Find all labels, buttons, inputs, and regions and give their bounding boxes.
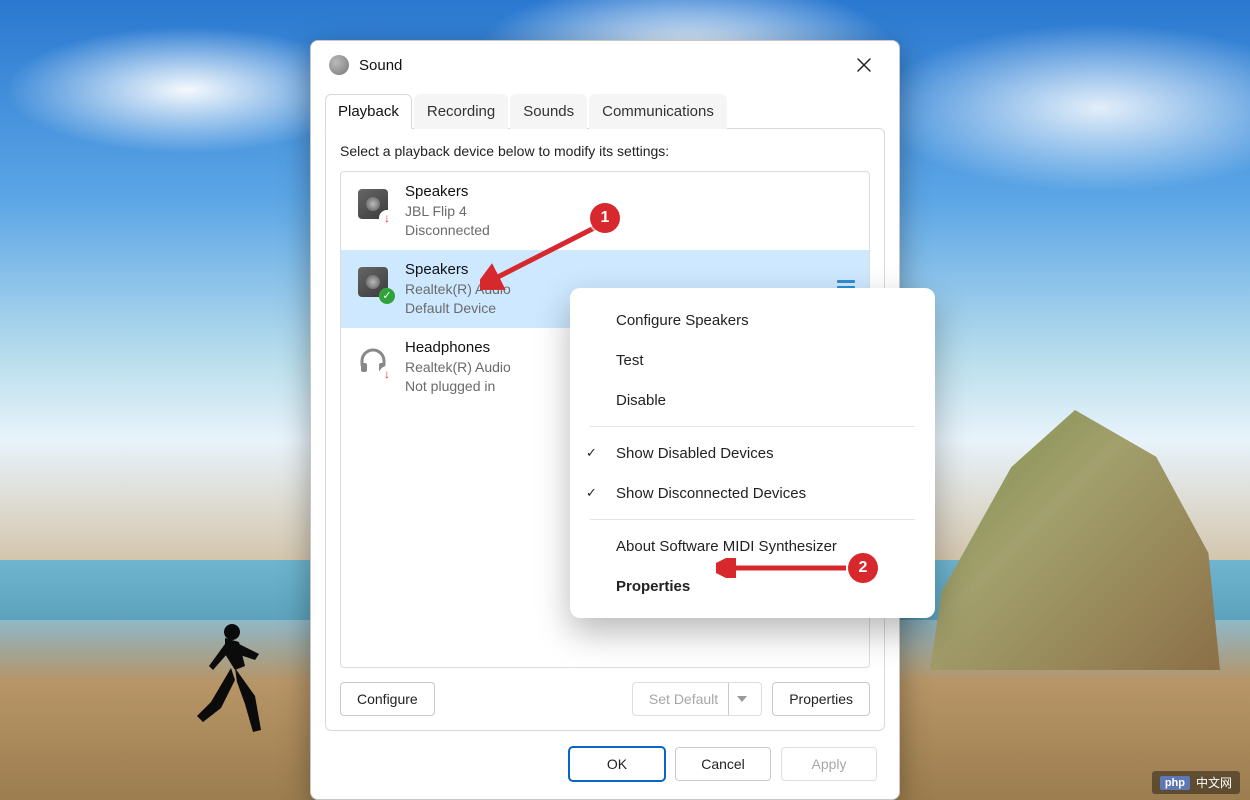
tabs: Playback Recording Sounds Communications	[311, 93, 899, 128]
tab-recording[interactable]: Recording	[414, 94, 508, 129]
apply-button[interactable]: Apply	[781, 747, 877, 781]
tab-playback[interactable]: Playback	[325, 94, 412, 129]
wallpaper-runner-silhouette	[195, 620, 265, 740]
menu-test[interactable]: Test	[570, 340, 935, 380]
watermark-badge: php	[1160, 776, 1190, 790]
configure-button[interactable]: Configure	[340, 682, 435, 716]
speaker-icon: ✓	[355, 264, 391, 300]
ok-button[interactable]: OK	[569, 747, 665, 781]
status-badge-default-icon: ✓	[379, 288, 395, 304]
properties-button[interactable]: Properties	[772, 682, 870, 716]
device-subtitle: JBL Flip 4	[405, 202, 490, 221]
set-default-label: Set Default	[649, 691, 718, 707]
panel-buttons: Configure Set Default Properties	[340, 682, 870, 716]
tab-communications[interactable]: Communications	[589, 94, 727, 129]
device-name: Speakers	[405, 182, 490, 202]
cancel-button[interactable]: Cancel	[675, 747, 771, 781]
device-name: Headphones	[405, 338, 511, 358]
headphone-icon: ↓	[355, 342, 391, 378]
dialog-footer: OK Cancel Apply	[311, 731, 899, 799]
set-default-dropdown[interactable]	[728, 683, 755, 715]
speaker-icon: ↓	[355, 186, 391, 222]
check-icon: ✓	[586, 445, 597, 461]
menu-show-disconnected[interactable]: ✓Show Disconnected Devices	[570, 473, 935, 513]
watermark: php 中文网	[1152, 771, 1240, 794]
annotation-arrow-2	[716, 558, 856, 578]
device-status: Default Device	[405, 299, 511, 318]
sound-icon	[329, 55, 349, 75]
device-subtitle: Realtek(R) Audio	[405, 358, 511, 377]
titlebar: Sound	[311, 41, 899, 89]
menu-show-disabled[interactable]: ✓Show Disabled Devices	[570, 433, 935, 473]
tab-sounds[interactable]: Sounds	[510, 94, 587, 129]
menu-configure-speakers[interactable]: Configure Speakers	[570, 300, 935, 340]
device-status: Disconnected	[405, 221, 490, 240]
instruction-text: Select a playback device below to modify…	[340, 143, 870, 159]
device-status: Not plugged in	[405, 377, 511, 396]
watermark-text: 中文网	[1196, 774, 1232, 791]
check-icon: ✓	[586, 485, 597, 501]
window-title: Sound	[359, 57, 402, 74]
annotation-callout-1: 1	[590, 203, 620, 233]
set-default-button[interactable]: Set Default	[632, 682, 762, 716]
wallpaper-rock	[930, 410, 1220, 670]
menu-separator	[590, 519, 915, 520]
close-button[interactable]	[843, 49, 885, 81]
status-badge-disconnected-icon: ↓	[379, 366, 395, 382]
close-icon	[857, 58, 871, 72]
status-badge-disconnected-icon: ↓	[379, 210, 395, 226]
menu-separator	[590, 426, 915, 427]
chevron-down-icon	[737, 696, 747, 702]
menu-disable[interactable]: Disable	[570, 380, 935, 420]
annotation-callout-2: 2	[848, 553, 878, 583]
desktop-wallpaper: Sound Playback Recording Sounds Communic…	[0, 0, 1250, 800]
